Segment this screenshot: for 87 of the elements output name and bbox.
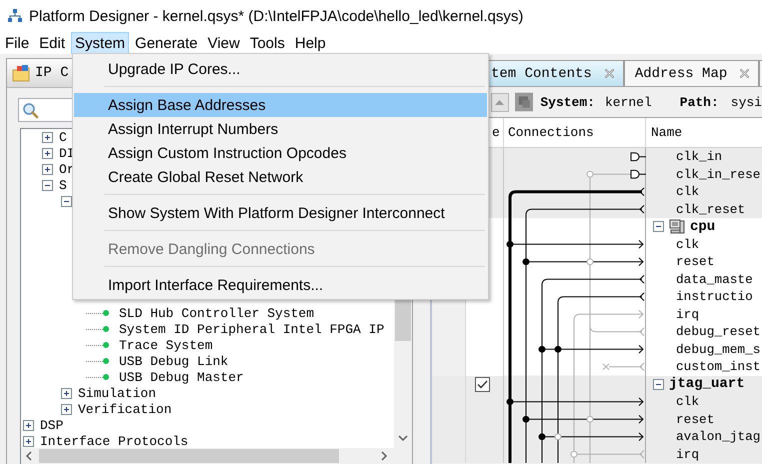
component-name[interactable]: jtag_uart: [669, 376, 745, 392]
tree-item[interactable]: Interface Protocols: [40, 434, 188, 448]
menu-option[interactable]: Import Interface Requirements...: [74, 273, 487, 297]
port-name: clk: [676, 394, 700, 410]
computer-icon: [669, 219, 685, 234]
close-icon[interactable]: [604, 68, 615, 79]
port-name: instructio: [676, 289, 753, 304]
tree-item[interactable]: Trace System: [119, 338, 213, 352]
menu-option[interactable]: Assign Interrupt Numbers: [74, 117, 487, 141]
port-name: clk: [676, 184, 700, 200]
expand-icon[interactable]: [42, 132, 53, 142]
checkbox[interactable]: [475, 376, 490, 392]
menu-item[interactable]: Help: [290, 32, 330, 54]
tree-item[interactable]: Simulation: [78, 386, 156, 400]
scroll-down-icon[interactable]: [398, 434, 408, 442]
bullet-icon: [103, 374, 109, 380]
port-name: clk_reset: [676, 202, 746, 217]
bullet-icon: [103, 326, 109, 332]
network-icon: [8, 9, 22, 23]
port-name: custom_inst: [676, 359, 760, 374]
column-header[interactable]: e: [492, 125, 500, 140]
port-name: reset: [676, 412, 714, 427]
tree-item[interactable]: USB Debug Master: [119, 370, 244, 384]
system-label: System:: [540, 94, 595, 110]
tree-item[interactable]: DSP: [40, 418, 64, 432]
expand-icon[interactable]: [23, 436, 34, 446]
port-name: data_maste: [676, 272, 753, 287]
menu-item[interactable]: System: [71, 32, 130, 54]
window-title: Platform Designer - kernel.qsys* (D:\IntelFPJA\code\hello_led\kernel.qsys): [29, 8, 524, 24]
port-name: clk: [676, 236, 700, 252]
tree-item[interactable]: S: [59, 178, 67, 192]
menu-item[interactable]: File: [1, 32, 34, 54]
scrollbar[interactable]: [21, 448, 394, 464]
panel-tab[interactable]: IP C: [35, 65, 69, 81]
tree-item[interactable]: C: [59, 130, 67, 144]
tree-item[interactable]: Or: [59, 162, 75, 176]
bullet-icon: [103, 342, 109, 348]
tree-item[interactable]: SLD Hub Controller System: [119, 306, 314, 320]
column-header[interactable]: Name: [651, 125, 682, 140]
path-value: sysi: [730, 94, 762, 110]
folder-icon: [12, 64, 30, 82]
expand-icon[interactable]: [42, 148, 53, 158]
port-name: irq: [676, 306, 700, 322]
up-arrow-icon: [495, 99, 504, 105]
table-cell[interactable]: cpu: [646, 218, 762, 236]
close-icon[interactable]: [739, 68, 750, 79]
tree-item[interactable]: USB Debug Link: [119, 354, 228, 368]
menu-option[interactable]: Show System With Platform Designer Interconnect: [74, 201, 487, 225]
scroll-left-icon[interactable]: [25, 451, 33, 461]
collapse-icon[interactable]: [653, 221, 664, 232]
expand-icon[interactable]: [61, 404, 72, 414]
port-name: debug_reset: [676, 324, 760, 340]
collapse-icon[interactable]: [42, 180, 53, 190]
tree-item[interactable]: System ID Peripheral Intel FPGA IP: [119, 322, 384, 336]
system-name: kernel: [604, 94, 652, 110]
port-name: clk_in: [676, 149, 722, 164]
scroll-thumb[interactable]: [39, 449, 339, 463]
component-icon: [514, 92, 534, 112]
port-name: reset: [676, 254, 714, 270]
port-name: debug_mem_s: [676, 342, 760, 357]
tab[interactable]: Address Map: [624, 60, 760, 86]
port-name: clk_in_rese: [676, 166, 760, 182]
bullet-icon: [103, 358, 109, 364]
path-label: Path:: [680, 94, 719, 110]
menu-item[interactable]: Edit: [35, 32, 70, 54]
bullet-icon: [103, 310, 109, 316]
port-name: irq: [676, 446, 700, 462]
collapse-icon[interactable]: [653, 378, 664, 390]
expand-icon[interactable]: [42, 164, 53, 174]
tree-item[interactable]: Verification: [78, 402, 172, 416]
menu-option[interactable]: Assign Custom Instruction Opcodes: [74, 141, 487, 165]
menu-option[interactable]: Create Global Reset Network: [74, 165, 487, 189]
scroll-thumb[interactable]: [395, 297, 411, 341]
column-header[interactable]: Connections: [508, 125, 594, 140]
component-name[interactable]: cpu: [690, 218, 716, 235]
collapse-icon[interactable]: [61, 196, 72, 206]
search-icon: [22, 102, 39, 118]
table-cell: [432, 446, 503, 463]
menu-item[interactable]: View: [204, 32, 244, 54]
menu-option[interactable]: Assign Base Addresses: [74, 93, 487, 117]
table-cell[interactable]: jtag_uart: [646, 376, 762, 393]
scroll-right-icon[interactable]: [380, 451, 388, 461]
expand-icon[interactable]: [23, 420, 34, 430]
menu-item[interactable]: Tools: [246, 32, 289, 54]
expand-icon[interactable]: [61, 388, 72, 398]
menu-item[interactable]: Generate: [131, 32, 202, 54]
port-name: avalon_jtag: [676, 429, 760, 444]
